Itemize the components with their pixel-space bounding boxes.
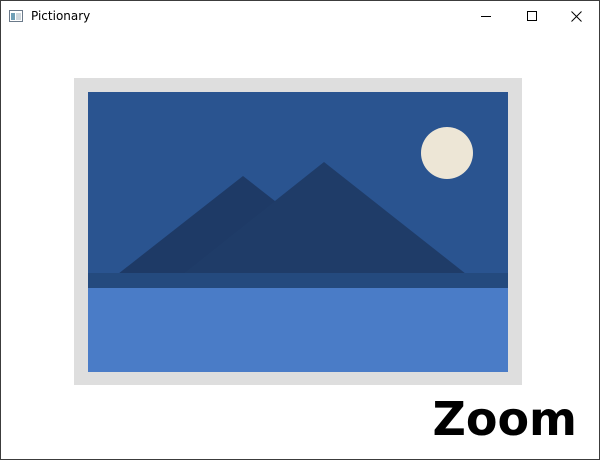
- title-bar[interactable]: Pictionary: [1, 1, 599, 31]
- image-frame[interactable]: [74, 78, 522, 385]
- window-app-icon: [9, 10, 23, 22]
- image-placeholder-icon: [88, 92, 508, 372]
- close-button[interactable]: [553, 1, 599, 31]
- water: [88, 288, 508, 372]
- maximize-icon: [527, 11, 537, 21]
- moon: [421, 127, 473, 179]
- zoom-label: Zoom: [432, 392, 578, 446]
- shoreline: [88, 273, 508, 288]
- close-icon: [570, 10, 582, 22]
- image-placeholder[interactable]: [88, 92, 508, 372]
- minimize-icon: [481, 16, 491, 17]
- minimize-button[interactable]: [463, 1, 509, 31]
- maximize-button[interactable]: [509, 1, 555, 31]
- window-title: Pictionary: [31, 9, 91, 23]
- app-window: Pictionary Zoom: [0, 0, 600, 460]
